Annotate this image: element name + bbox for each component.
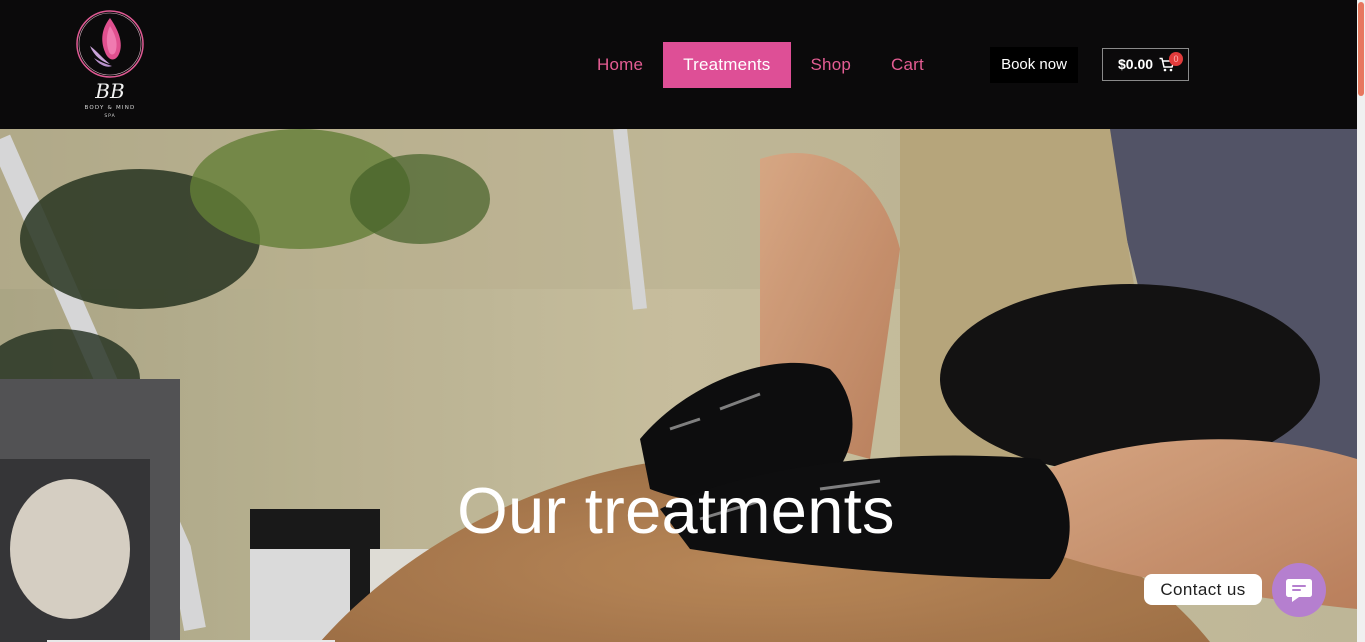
- cart-count-badge: 0: [1169, 52, 1183, 66]
- nav-cart[interactable]: Cart: [871, 42, 944, 88]
- nav-home[interactable]: Home: [577, 42, 663, 88]
- hero-title: Our treatments: [457, 474, 895, 547]
- cart-button[interactable]: $0.00 0: [1102, 48, 1189, 81]
- nav-treatments[interactable]: Treatments: [663, 42, 791, 88]
- page-scrollbar[interactable]: [1357, 0, 1365, 642]
- hero-image: [0, 129, 1357, 642]
- logo-icon: BB BODY & MIND SPA: [76, 10, 144, 119]
- contact-us-label[interactable]: Contact us: [1144, 574, 1262, 605]
- hero-banner: Our treatments: [0, 129, 1357, 642]
- chat-bubble-icon: [1286, 579, 1312, 602]
- svg-text:BB: BB: [94, 79, 124, 103]
- cart-amount: $0.00: [1118, 56, 1154, 72]
- svg-text:BODY & MIND: BODY & MIND: [84, 105, 135, 111]
- nav-shop[interactable]: Shop: [791, 42, 872, 88]
- contact-us-button[interactable]: [1272, 563, 1326, 617]
- main-nav: Home Treatments Shop Cart: [577, 42, 944, 88]
- logo[interactable]: BB BODY & MIND SPA: [72, 8, 150, 120]
- site-header: BB BODY & MIND SPA Home Treatments Shop …: [0, 0, 1365, 129]
- book-now-button[interactable]: Book now: [990, 47, 1078, 83]
- svg-text:SPA: SPA: [104, 113, 115, 119]
- scrollbar-thumb[interactable]: [1358, 2, 1364, 96]
